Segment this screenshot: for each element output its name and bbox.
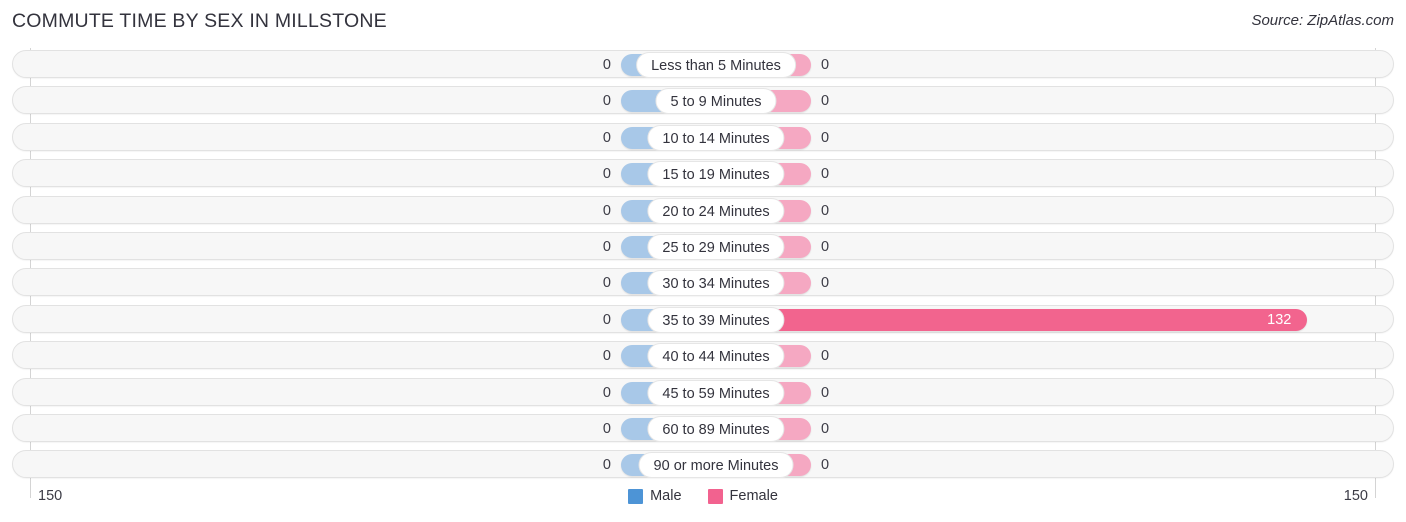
page-title: COMMUTE TIME BY SEX IN MILLSTONE	[12, 10, 387, 32]
bar-value-male: 0	[602, 275, 611, 292]
category-label-pill: 15 to 19 Minutes	[647, 161, 785, 188]
category-label-pill: Less than 5 Minutes	[636, 52, 796, 78]
bar-value-male: 0	[602, 239, 611, 255]
row-bars: 0 0 45 to 59 Minutes	[13, 379, 1406, 407]
chart-header: COMMUTE TIME BY SEX IN MILLSTONE Source:…	[0, 0, 1406, 44]
source-attribution: Source: ZipAtlas.com	[1251, 12, 1394, 29]
bar-value-male: 0	[602, 166, 611, 183]
chart-legend: Male Female	[0, 488, 1406, 504]
chart-footer: 150 150 Male Female	[0, 486, 1406, 522]
row-bars: 0 132 35 to 39 Minutes	[13, 306, 1406, 334]
bar-value-female: 0	[821, 348, 830, 365]
bar-value-female: 0	[821, 129, 830, 146]
bar-value-male: 0	[602, 57, 611, 73]
chart-row: 0 0 20 to 24 Minutes	[12, 195, 1394, 224]
category-label-pill: 60 to 89 Minutes	[647, 416, 785, 442]
bar-value-female: 0	[821, 457, 830, 474]
chart-row: 0 0 30 to 34 Minutes	[12, 268, 1394, 297]
legend-swatch-female	[707, 488, 723, 504]
row-bars: 0 0 15 to 19 Minutes	[13, 160, 1406, 188]
chart-plot-area: 0 0 Less than 5 Minutes 0 0 5 to 9 Minutes 0 0 1…	[0, 48, 1406, 486]
category-label-pill: 40 to 44 Minutes	[647, 343, 785, 370]
bar-value-female: 0	[821, 384, 830, 401]
chart-row: 0 0 90 or more Minutes	[12, 450, 1394, 479]
bar-value-female: 0	[821, 421, 830, 437]
chart-row: 0 0 45 to 59 Minutes	[12, 377, 1394, 406]
category-label-pill: 20 to 24 Minutes	[647, 197, 785, 224]
chart-row: 0 0 5 to 9 Minutes	[12, 86, 1394, 115]
legend-item-label: Male	[650, 488, 682, 504]
row-bars: 0 0 40 to 44 Minutes	[13, 342, 1406, 370]
row-bars: 0 0 20 to 24 Minutes	[13, 197, 1406, 225]
bar-value-female: 0	[821, 93, 830, 110]
bar-value-male: 0	[602, 311, 611, 328]
bar-value-male: 0	[602, 384, 611, 401]
chart-row: 0 0 Less than 5 Minutes	[12, 50, 1394, 78]
category-label-pill: 5 to 9 Minutes	[655, 88, 777, 115]
row-bars: 0 0 5 to 9 Minutes	[13, 87, 1406, 115]
category-label-pill: 35 to 39 Minutes	[647, 306, 785, 333]
chart-row: 0 0 40 to 44 Minutes	[12, 341, 1394, 370]
category-label-pill: 45 to 59 Minutes	[647, 379, 785, 406]
legend-item[interactable]: Female	[707, 488, 778, 504]
row-bars: 0 0 25 to 29 Minutes	[13, 233, 1406, 261]
legend-swatch-male	[628, 488, 644, 504]
category-label-pill: 90 or more Minutes	[638, 452, 794, 479]
chart-row: 0 0 15 to 19 Minutes	[12, 159, 1394, 188]
bar-value-female: 132	[1267, 311, 1292, 328]
bar-value-male: 0	[602, 129, 611, 146]
bar-value-female: 0	[821, 239, 830, 255]
bar-value-male: 0	[602, 202, 611, 219]
bar-value-female: 0	[821, 166, 830, 183]
chart-row: 0 132 35 to 39 Minutes	[12, 304, 1394, 333]
category-label-pill: 10 to 14 Minutes	[647, 124, 785, 151]
legend-item[interactable]: Male	[628, 488, 682, 504]
category-label-pill: 25 to 29 Minutes	[647, 234, 785, 260]
chart-row: 0 0 60 to 89 Minutes	[12, 414, 1394, 442]
bar-value-female: 0	[821, 57, 830, 73]
row-bars: 0 0 Less than 5 Minutes	[13, 51, 1406, 79]
bar-value-male: 0	[602, 93, 611, 110]
bar-value-male: 0	[602, 348, 611, 365]
chart-row: 0 0 25 to 29 Minutes	[12, 232, 1394, 260]
bar-value-male: 0	[602, 457, 611, 474]
bar-value-female: 0	[821, 275, 830, 292]
row-bars: 0 0 60 to 89 Minutes	[13, 415, 1406, 443]
row-bars: 0 0 30 to 34 Minutes	[13, 269, 1406, 297]
bar-value-female: 0	[821, 202, 830, 219]
category-label-pill: 30 to 34 Minutes	[647, 270, 785, 297]
chart-row: 0 0 10 to 14 Minutes	[12, 122, 1394, 151]
legend-item-label: Female	[729, 488, 778, 504]
row-bars: 0 0 90 or more Minutes	[13, 451, 1406, 479]
bar-value-male: 0	[602, 421, 611, 437]
row-bars: 0 0 10 to 14 Minutes	[13, 124, 1406, 152]
